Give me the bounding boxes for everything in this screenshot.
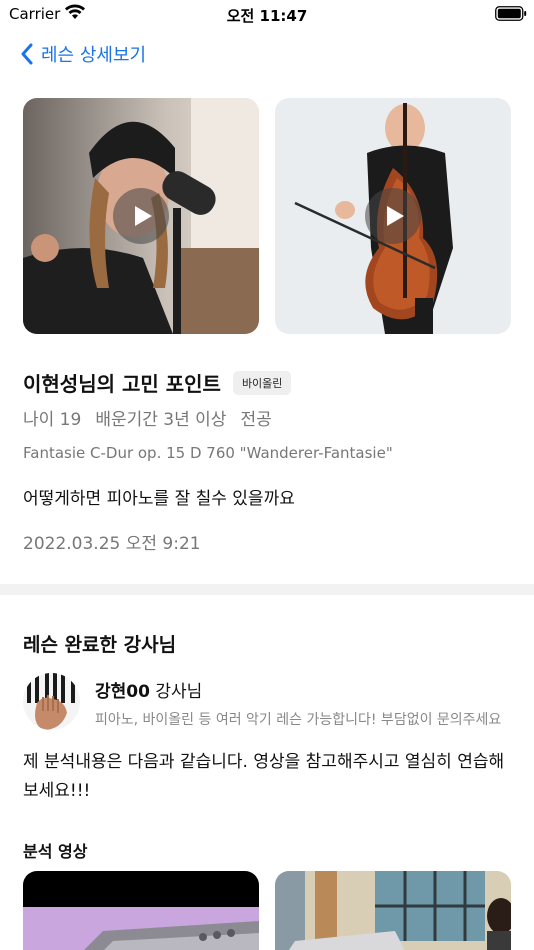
lesson-title: 이현성님의 고민 포인트 <box>23 372 221 396</box>
question-text: 어떻게하면 피아노를 잘 칠수 있을까요 <box>23 489 295 509</box>
back-label: 레슨 상세보기 <box>41 45 147 66</box>
teacher-name-line: 강현00 강사님 <box>95 677 202 702</box>
instrument-badge: 바이올린 <box>232 370 292 395</box>
analysis-video-2[interactable] <box>275 871 511 950</box>
teacher-description: 피아노, 바이올린 등 여러 악기 레슨 가능합니다! 부담없이 문의주세요 <box>95 712 502 728</box>
analysis-text: 제 분석내용은 다음과 같습니다. 영상을 참고해주시고 열심히 연습해보세요!… <box>23 752 505 801</box>
status-time: 오전 11:47 <box>226 7 308 25</box>
teacher-suffix: 강사님 <box>149 682 203 702</box>
analysis-video-1[interactable] <box>23 871 259 950</box>
teacher-name: 강현00 <box>95 682 150 702</box>
battery-icon <box>495 6 527 21</box>
navigation-bar: 레슨 상세보기 <box>0 36 534 72</box>
piano-hands-avatar-image <box>23 673 80 730</box>
completed-section-heading: 레슨 완료한 강사님 <box>23 634 177 656</box>
section-divider <box>0 584 534 595</box>
status-bar: Carrier 오전 11:47 <box>0 0 534 28</box>
student-major: 전공 <box>240 410 272 430</box>
lesson-title-row: 이현성님의 고민 포인트 바이올린 <box>23 368 292 397</box>
student-age: 나이 19 <box>23 410 82 430</box>
play-icon[interactable] <box>113 188 169 244</box>
analysis-video-row <box>23 871 511 950</box>
song-title: Fantasie C-Dur op. 15 D 760 "Wanderer-Fa… <box>23 444 393 462</box>
lesson-video-row <box>23 98 511 334</box>
lesson-timestamp: 2022.03.25 오전 9:21 <box>23 534 201 554</box>
teacher-row[interactable]: 강현00 강사님 피아노, 바이올린 등 여러 악기 레슨 가능합니다! 부담없… <box>23 673 513 733</box>
classroom-thumbnail-image <box>275 871 511 950</box>
play-icon[interactable] <box>365 188 421 244</box>
back-button[interactable]: 레슨 상세보기 <box>20 41 146 67</box>
lesson-video-2[interactable] <box>275 98 511 334</box>
chevron-left-icon <box>21 43 33 65</box>
keyboard-thumbnail-image <box>23 871 259 950</box>
lesson-video-1[interactable] <box>23 98 259 334</box>
avatar[interactable] <box>23 673 80 730</box>
student-meta-row: 나이 19 배운기간 3년 이상 전공 <box>23 405 272 430</box>
learning-duration: 배운기간 3년 이상 <box>95 410 227 430</box>
analysis-video-heading: 분석 영상 <box>23 842 88 861</box>
